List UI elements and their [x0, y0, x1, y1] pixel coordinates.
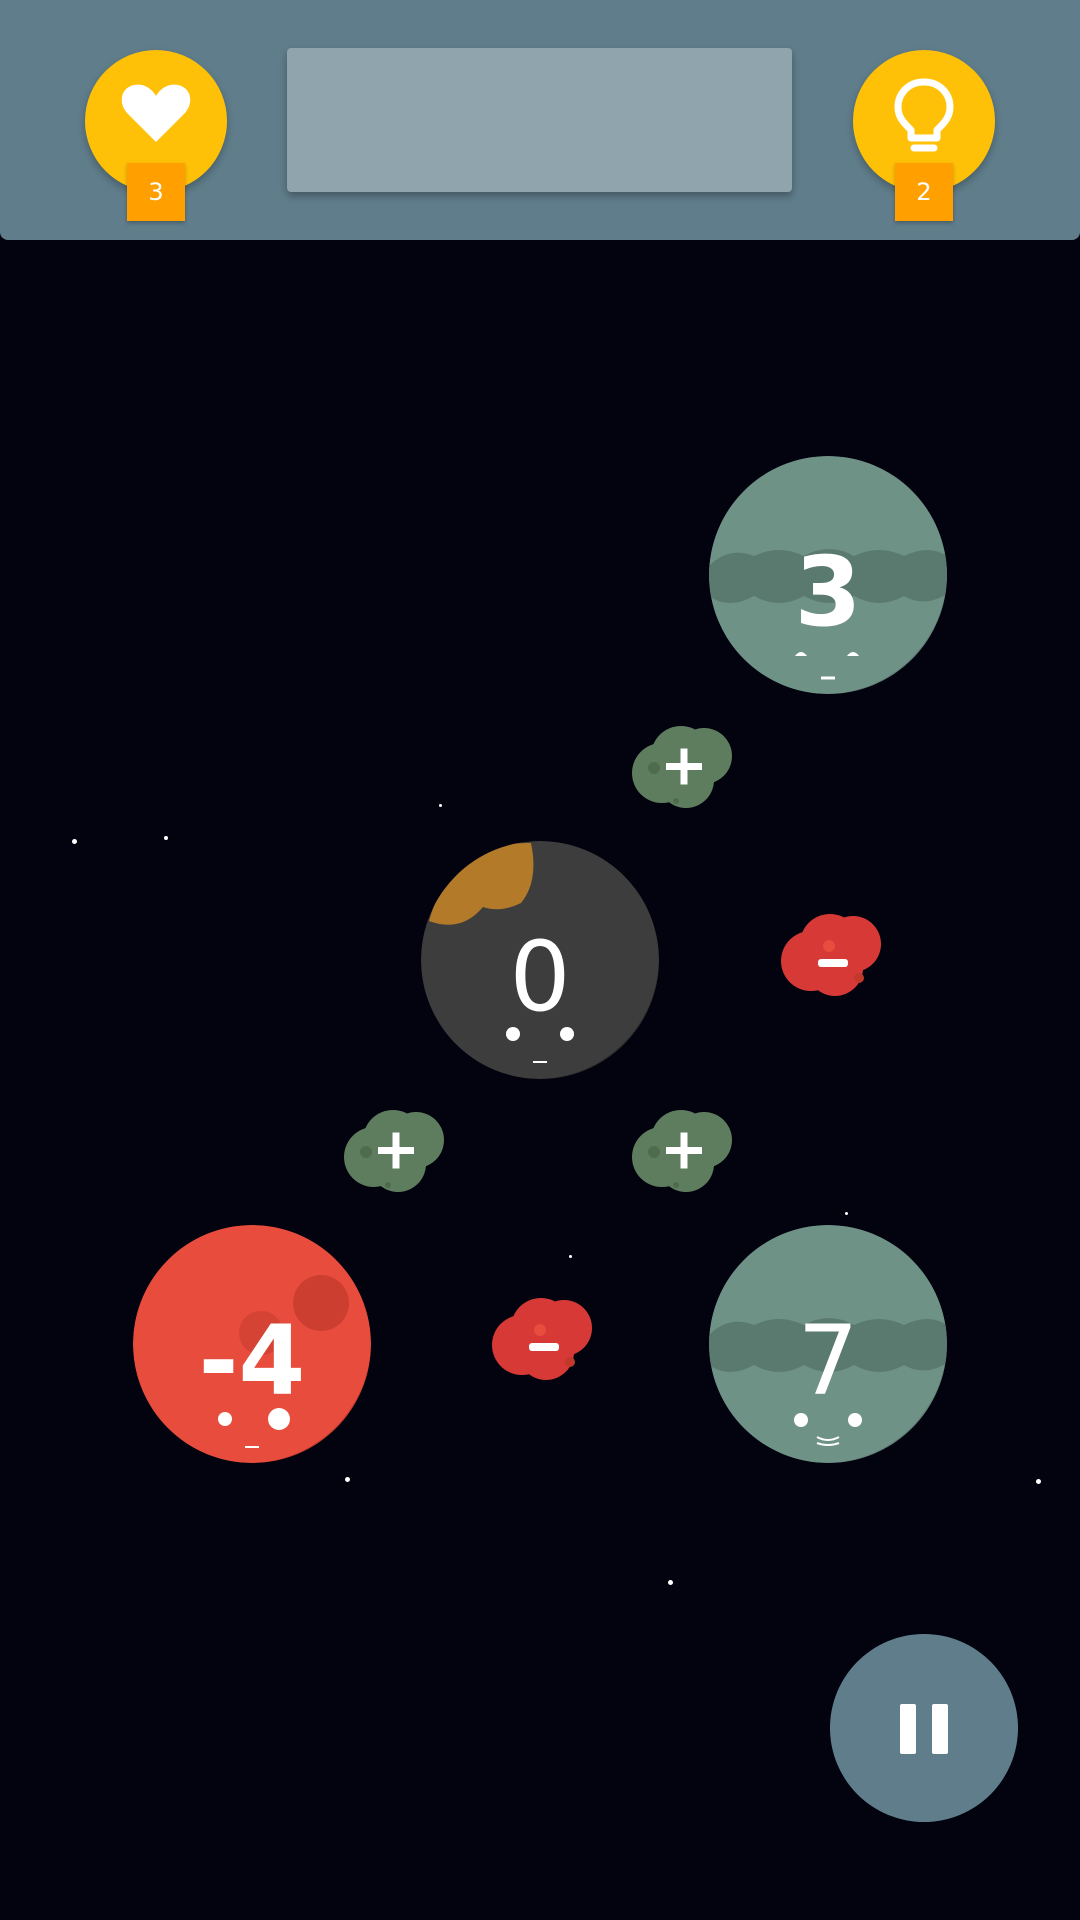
star [1036, 1479, 1041, 1484]
pause-button[interactable] [830, 1634, 1018, 1822]
hints-count-badge: 2 [895, 163, 953, 221]
game-screen: 3 2 3 0 -4 7 [0, 0, 1080, 1920]
lives-count-badge: 3 [127, 163, 185, 221]
star [569, 1255, 572, 1258]
planet-7[interactable]: 7 [709, 1225, 947, 1463]
star [845, 1212, 848, 1215]
star [439, 804, 442, 807]
operator-plus[interactable] [626, 1102, 738, 1202]
star [345, 1477, 350, 1482]
star [72, 839, 77, 844]
target-display [287, 48, 792, 192]
heart-icon [121, 84, 191, 142]
lightbulb-icon [894, 78, 954, 152]
operator-minus[interactable] [486, 1290, 598, 1390]
planet-3[interactable]: 3 [709, 456, 947, 694]
pause-icon [900, 1704, 948, 1754]
operator-plus[interactable] [338, 1102, 450, 1202]
planet-number: 0 [509, 921, 571, 1033]
top-bar: 3 2 [0, 0, 1080, 240]
operator-minus[interactable] [775, 906, 887, 1006]
star [164, 836, 168, 840]
planet-number: -4 [198, 1305, 306, 1417]
star [668, 1580, 673, 1585]
planet-0[interactable]: 0 [421, 841, 659, 1079]
planet-number: 7 [797, 1305, 859, 1417]
operator-plus[interactable] [626, 718, 738, 818]
planet-minus-4[interactable]: -4 [133, 1225, 371, 1463]
planet-number: 3 [794, 536, 862, 648]
